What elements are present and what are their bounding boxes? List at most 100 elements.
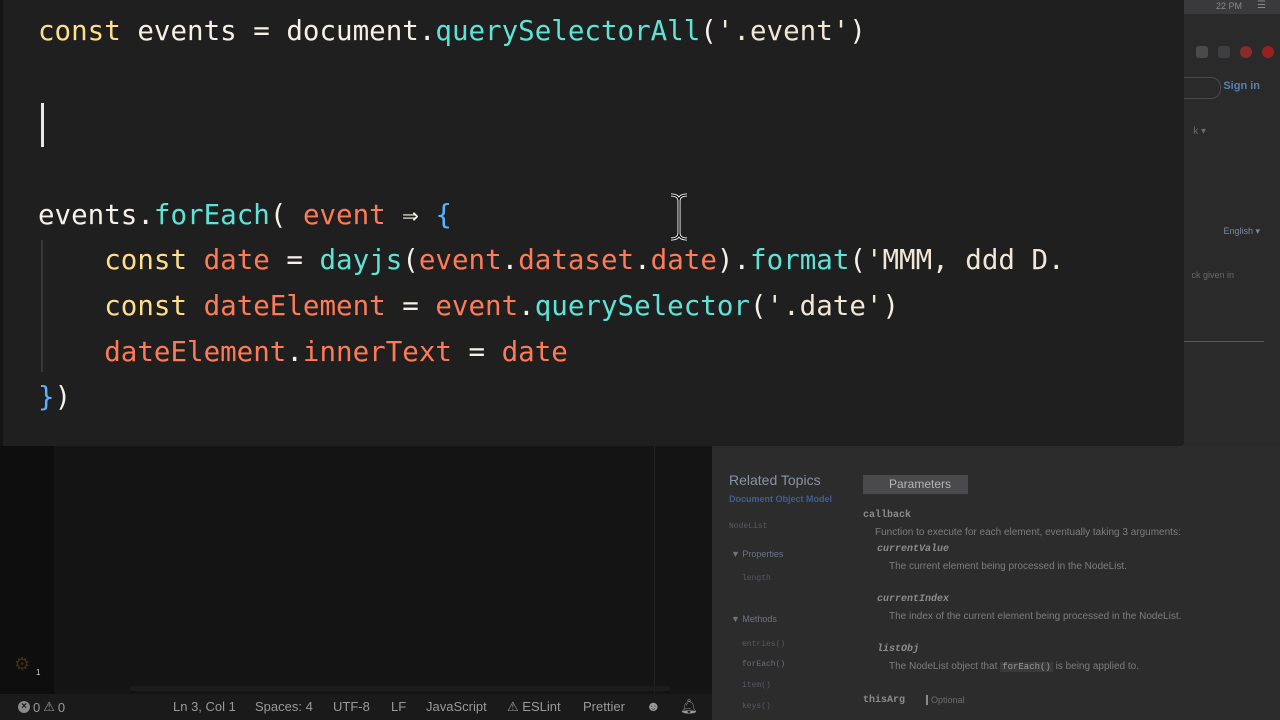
- param-this-arg: thisArg: [863, 695, 906, 706]
- code-token: .: [137, 199, 154, 231]
- optional-badge: Optional: [926, 695, 965, 705]
- sidebar-item-nodelist[interactable]: NodeList: [729, 522, 767, 531]
- sidebar-item-item[interactable]: item(): [742, 681, 771, 690]
- feedback-smiley-icon[interactable]: ☻: [646, 698, 661, 714]
- nav-dropdown[interactable]: k ▾: [1193, 126, 1206, 137]
- code-token: const: [38, 15, 121, 47]
- code-token: ): [716, 244, 734, 276]
- sign-in-link[interactable]: Sign in: [1223, 80, 1260, 92]
- eslint-status[interactable]: ⚠ ESLint: [507, 699, 561, 715]
- code-line[interactable]: }): [38, 377, 71, 417]
- parameters-heading: Parameters: [863, 475, 968, 494]
- param-list-obj-desc-post: is being applied to.: [1055, 661, 1139, 672]
- minimap-divider: [654, 446, 655, 694]
- code-token: date: [501, 336, 568, 368]
- code-token: .: [634, 244, 651, 276]
- code-token: dateElement: [38, 336, 287, 368]
- settings-badge: 1: [36, 668, 41, 677]
- extension-icon[interactable]: [1218, 46, 1230, 58]
- warning-count: 0: [57, 699, 66, 715]
- code-line[interactable]: const dateElement = event.querySelector(…: [38, 286, 899, 326]
- browser-toolbar-icons: [1196, 46, 1274, 58]
- language-mode[interactable]: JavaScript: [426, 699, 487, 714]
- code-token: .: [733, 244, 751, 276]
- related-topics-title: Related Topics: [729, 472, 821, 488]
- docs-content: Related Topics Document Object Model Nod…: [712, 446, 1280, 720]
- encoding-setting[interactable]: UTF-8: [333, 699, 370, 714]
- dom-link[interactable]: Document Object Model: [729, 494, 832, 504]
- code-token: ): [849, 15, 866, 47]
- gear-icon[interactable]: ⚙: [14, 654, 30, 675]
- param-current-index: currentIndex: [877, 594, 950, 605]
- site-search-input[interactable]: [1182, 77, 1221, 99]
- code-token: forEach: [153, 199, 270, 231]
- code-line[interactable]: events.forEach( event ⇒ {: [38, 195, 452, 235]
- status-bar: × 0 ⚠ 0 Ln 3, Col 1 Spaces: 4 UTF-8 LF J…: [0, 694, 712, 720]
- code-token: format: [750, 244, 850, 276]
- extension-icon[interactable]: [1240, 46, 1252, 58]
- code-token: (: [749, 290, 767, 322]
- eol-setting[interactable]: LF: [391, 699, 406, 714]
- code-token: (: [700, 15, 717, 47]
- notification-bell-icon[interactable]: 🔔︎: [680, 698, 698, 715]
- cursor-position[interactable]: Ln 3, Col 1: [173, 699, 236, 714]
- zoomed-code-view[interactable]: const events = document.querySelectorAll…: [3, 0, 1184, 446]
- code-token: .: [518, 290, 535, 322]
- divider: [1184, 341, 1264, 342]
- param-current-value: currentValue: [877, 544, 950, 555]
- problems-indicator[interactable]: × 0 ⚠ 0: [18, 699, 65, 715]
- code-token: '.event': [716, 15, 850, 47]
- code-token: (: [269, 199, 303, 231]
- param-callback-desc: Function to execute for each element, ev…: [875, 527, 1181, 538]
- language-select[interactable]: English ▾: [1223, 226, 1260, 237]
- code-token: =: [236, 15, 287, 47]
- code-token: }: [38, 381, 55, 413]
- param-list-obj: listObj: [877, 644, 920, 655]
- code-token: {: [435, 199, 452, 231]
- sidebar-section-properties[interactable]: ▼ Properties: [731, 549, 783, 559]
- horizontal-scrollbar[interactable]: [130, 686, 670, 691]
- code-token: ⇒: [385, 199, 436, 231]
- error-count: 0: [33, 699, 41, 715]
- code-token: const: [38, 290, 188, 322]
- text-cursor: [41, 103, 44, 147]
- code-token: event: [435, 290, 519, 322]
- code-token: ): [882, 290, 899, 322]
- eslint-label: ESLint: [522, 699, 561, 714]
- code-token: .: [286, 336, 303, 368]
- code-token: dataset: [518, 244, 635, 276]
- extension-icon[interactable]: [1196, 46, 1208, 58]
- feedback-text: ck given in: [1191, 270, 1234, 280]
- code-token: event: [418, 244, 502, 276]
- param-list-obj-code: forEach(): [1000, 662, 1053, 672]
- prettier-status[interactable]: Prettier: [583, 699, 625, 714]
- param-list-obj-desc: The NodeList object that forEach() is be…: [889, 661, 1139, 672]
- code-token: innerText: [302, 336, 452, 368]
- code-token: dayjs: [319, 244, 403, 276]
- sidebar-item-entries[interactable]: entries(): [742, 640, 785, 649]
- code-token: '.date': [766, 290, 883, 322]
- menubar-clock: 22 PM: [1215, 1, 1242, 11]
- menu-list-icon[interactable]: ☰: [1257, 0, 1266, 11]
- sidebar-item-foreach[interactable]: forEach(): [742, 660, 785, 669]
- param-callback: callback: [863, 510, 912, 521]
- sidebar-item-keys[interactable]: keys(): [742, 702, 771, 711]
- warning-icon: ⚠: [43, 699, 55, 714]
- param-current-value-desc: The current element being processed in t…: [889, 561, 1127, 572]
- code-token: dateElement: [203, 290, 386, 322]
- code-line[interactable]: dateElement.innerText = date: [38, 332, 568, 372]
- error-icon: ×: [18, 701, 30, 713]
- code-token: querySelectorAll: [435, 15, 701, 47]
- code-token: events: [38, 199, 138, 231]
- code-token: 'MMM, ddd D.: [865, 244, 1065, 276]
- code-line[interactable]: const date = dayjs(event.dataset.date).f…: [38, 240, 1065, 280]
- sidebar-section-methods[interactable]: ▼ Methods: [731, 614, 777, 624]
- indentation-setting[interactable]: Spaces: 4: [255, 699, 313, 714]
- code-token: (: [849, 244, 866, 276]
- code-line[interactable]: const events = document.querySelectorAll…: [38, 11, 866, 51]
- sidebar-item-length[interactable]: length: [742, 574, 771, 583]
- extension-icon[interactable]: [1262, 46, 1274, 58]
- code-token: =: [269, 244, 320, 276]
